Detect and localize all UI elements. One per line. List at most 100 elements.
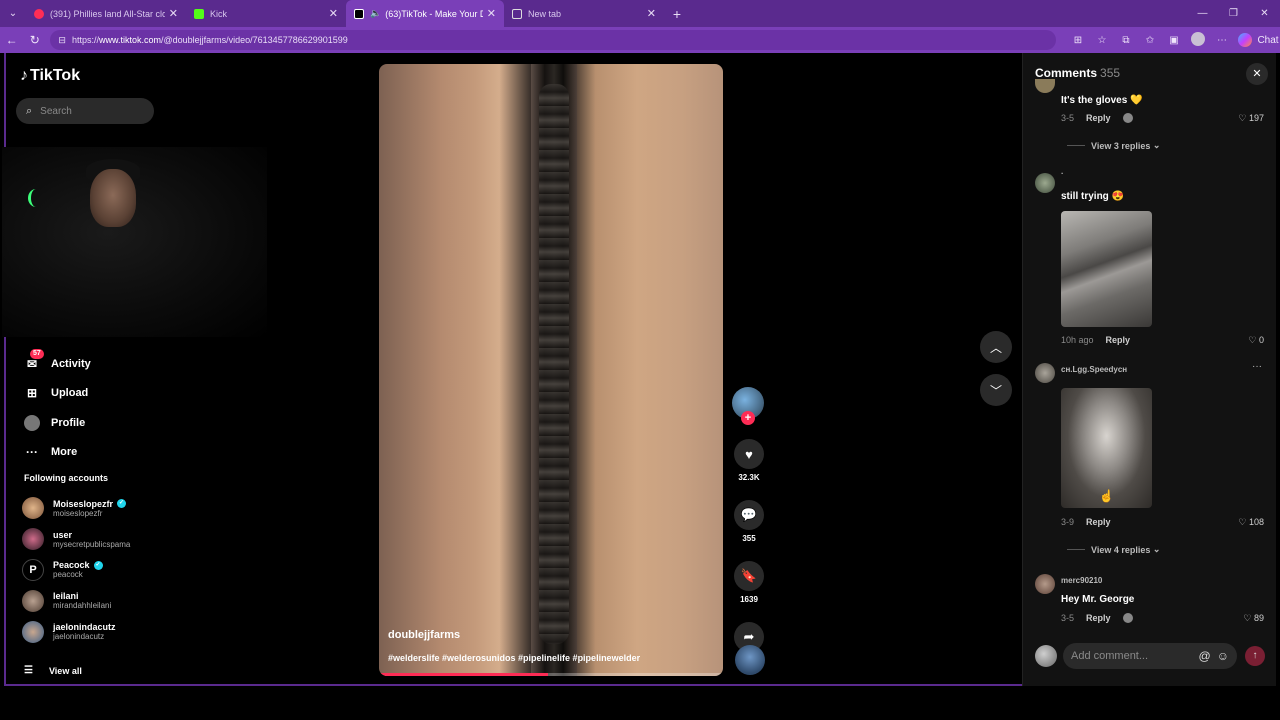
comment-date: 3-5 (1061, 113, 1075, 123)
restore-icon[interactable]: ❐ (1218, 0, 1249, 27)
back-arrow-icon[interactable]: ← (0, 33, 23, 47)
close-tab-icon[interactable]: ✕ (487, 7, 496, 20)
send-icon[interactable]: ↑ (1245, 646, 1265, 666)
favorites-icon[interactable]: ✩ (1138, 35, 1162, 46)
more-options-icon[interactable]: ··· (1252, 361, 1262, 372)
mention-icon[interactable]: @ (1199, 649, 1211, 663)
chevron-down-icon[interactable]: ﹀ (980, 374, 1012, 406)
browser-tab-bar: ⌄ (391) Phillies land All-Star closer Jh… (0, 0, 1280, 27)
video-hashtags[interactable]: #welderslife #welderosunidos #pipelineli… (388, 653, 640, 663)
new-tab-button[interactable]: + (664, 6, 690, 22)
sidebar-item-profile[interactable]: Profile (24, 408, 91, 438)
webcam-person-face (90, 169, 136, 227)
following-item[interactable]: leilani mirandahhleilani (22, 585, 130, 616)
comment-count: 355 (742, 534, 756, 543)
tab-actions-menu-button[interactable]: ⌄ (0, 0, 26, 27)
comment-like[interactable]: ♡ 0 (1248, 335, 1264, 346)
browser-tab-active[interactable]: 🔈 (63)TikTok - Make Your Day ✕ (346, 0, 504, 27)
follow-plus-icon[interactable]: + (741, 411, 755, 425)
reply-button[interactable]: Reply (1086, 113, 1111, 123)
close-tab-icon[interactable]: ✕ (647, 7, 656, 20)
following-item[interactable]: user mysecretpublicspama (22, 524, 130, 555)
avatar[interactable] (1035, 79, 1055, 93)
following-item[interactable]: Moiseslopezfr ✓ moiseslopezfr (22, 493, 130, 524)
avatar[interactable] (1035, 574, 1055, 594)
peacock-avatar: P (22, 558, 44, 581)
sidebar-item-upload[interactable]: ⊞ Upload (24, 379, 91, 409)
account-name: Peacock (53, 560, 90, 571)
page-viewport: ♪ TikTok ⌕ Search ✉ 57 Activity ⊞ Upload … (2, 53, 1276, 686)
chevron-up-icon[interactable]: ︿ (980, 331, 1012, 363)
emoji-icon[interactable]: ☺ (1217, 649, 1229, 663)
speaker-icon[interactable]: 🔈 (370, 8, 381, 19)
comment-image[interactable] (1061, 211, 1152, 327)
avatar[interactable] (1035, 173, 1055, 193)
reply-button[interactable]: Reply (1086, 517, 1111, 527)
comment-date: 3-5 (1061, 613, 1075, 623)
sound-avatar[interactable] (735, 645, 765, 675)
upload-icon: ⊞ (26, 386, 38, 401)
favorite-star-icon[interactable]: ☆ (1090, 35, 1114, 46)
creator-avatar[interactable]: + (732, 387, 764, 425)
url-prefix: https:// (71, 35, 99, 45)
profile-avatar-icon[interactable] (1186, 31, 1210, 49)
refresh-icon[interactable]: ↻ (23, 33, 46, 47)
copilot-chat-button[interactable]: Chat (1238, 33, 1280, 47)
minimize-icon[interactable]: — (1187, 0, 1218, 27)
logo-text: TikTok (30, 67, 81, 84)
browser-tab[interactable]: New tab ✕ (504, 0, 664, 27)
window-controls: — ❐ ✕ (1187, 0, 1280, 27)
comment-input[interactable]: Add comment... @ ☺ (1063, 643, 1237, 669)
close-tab-icon[interactable]: ✕ (329, 7, 338, 20)
browser-tab[interactable]: (391) Phillies land All-Star closer Jh ✕ (26, 0, 186, 27)
extensions-icon[interactable]: ⧉ (1114, 35, 1138, 46)
app-available-icon[interactable]: ⊞ (1066, 35, 1090, 46)
search-input[interactable]: ⌕ Search (16, 98, 154, 124)
following-list: Moiseslopezfr ✓ moiseslopezfr user mysecr… (22, 493, 130, 647)
settings-more-icon[interactable]: ⋯ (1210, 35, 1234, 46)
following-item[interactable]: jaelonindacutz jaelonindacutz (22, 616, 130, 647)
tiktok-logo[interactable]: ♪ TikTok (20, 67, 80, 85)
comment-like[interactable]: ♡ 108 (1238, 517, 1264, 528)
comment-like[interactable]: ♡ 89 (1243, 613, 1264, 624)
site-info-icon[interactable]: ⊟ (58, 35, 66, 46)
heart-icon[interactable]: ♥ (734, 439, 764, 469)
close-icon[interactable]: ✕ (1246, 63, 1268, 85)
avatar (22, 589, 44, 612)
browser-tab[interactable]: Kick ✕ (186, 0, 346, 27)
comment-username[interactable]: сн.Lgg.Speedyсн (1061, 365, 1127, 374)
comment-text: It's the gloves 💛 (1061, 95, 1143, 106)
video-player[interactable]: doublejjfarms #welderslife #welderosunid… (379, 64, 723, 676)
view-all-button[interactable]: ☰ View all (24, 665, 82, 676)
view-replies-button[interactable]: View 4 replies ⌄ (1067, 544, 1160, 555)
comment-date: 10h ago (1061, 335, 1094, 345)
sidebar-item-more[interactable]: ··· More (24, 438, 91, 468)
comment-icon[interactable]: 💬 (734, 500, 764, 530)
reply-button[interactable]: Reply (1106, 335, 1131, 345)
bookmark-icon[interactable]: 🔖 (734, 561, 764, 591)
view-replies-button[interactable]: View 3 replies ⌄ (1067, 140, 1160, 151)
url-input[interactable]: ⊟ https://www.tiktok.com/@doublejjfarms/… (50, 30, 1056, 50)
like-count: 108 (1248, 517, 1264, 527)
sidebar-item-activity[interactable]: ✉ 57 Activity (24, 348, 91, 379)
following-item[interactable]: P Peacock ✓ peacock (22, 555, 130, 586)
comment-action: 💬 355 (732, 500, 766, 543)
kick-favicon-icon (194, 8, 204, 19)
webcam-light-ring (28, 189, 44, 207)
more-icon: ··· (26, 445, 38, 460)
reply-button[interactable]: Reply (1086, 613, 1111, 623)
comment-username[interactable]: merc90210 (1061, 576, 1102, 585)
avatar[interactable] (1035, 363, 1055, 383)
close-tab-icon[interactable]: ✕ (169, 7, 178, 20)
video-author[interactable]: doublejjfarms (388, 629, 460, 641)
creator-liked-avatar (1122, 613, 1133, 623)
sidebar-item-label: Upload (51, 387, 89, 400)
video-progress-bar[interactable] (379, 673, 723, 676)
comments-header: Comments 355 (1035, 66, 1120, 80)
close-window-icon[interactable]: ✕ (1249, 0, 1280, 27)
toolbar-icons: ⊞ ☆ ⧉ ✩ ▣ ⋯ Chat (1066, 31, 1280, 49)
collections-icon[interactable]: ▣ (1162, 35, 1186, 46)
comment-like[interactable]: ♡ 197 (1238, 113, 1264, 124)
avatar (22, 528, 44, 551)
comment-username[interactable]: · (1061, 169, 1064, 178)
